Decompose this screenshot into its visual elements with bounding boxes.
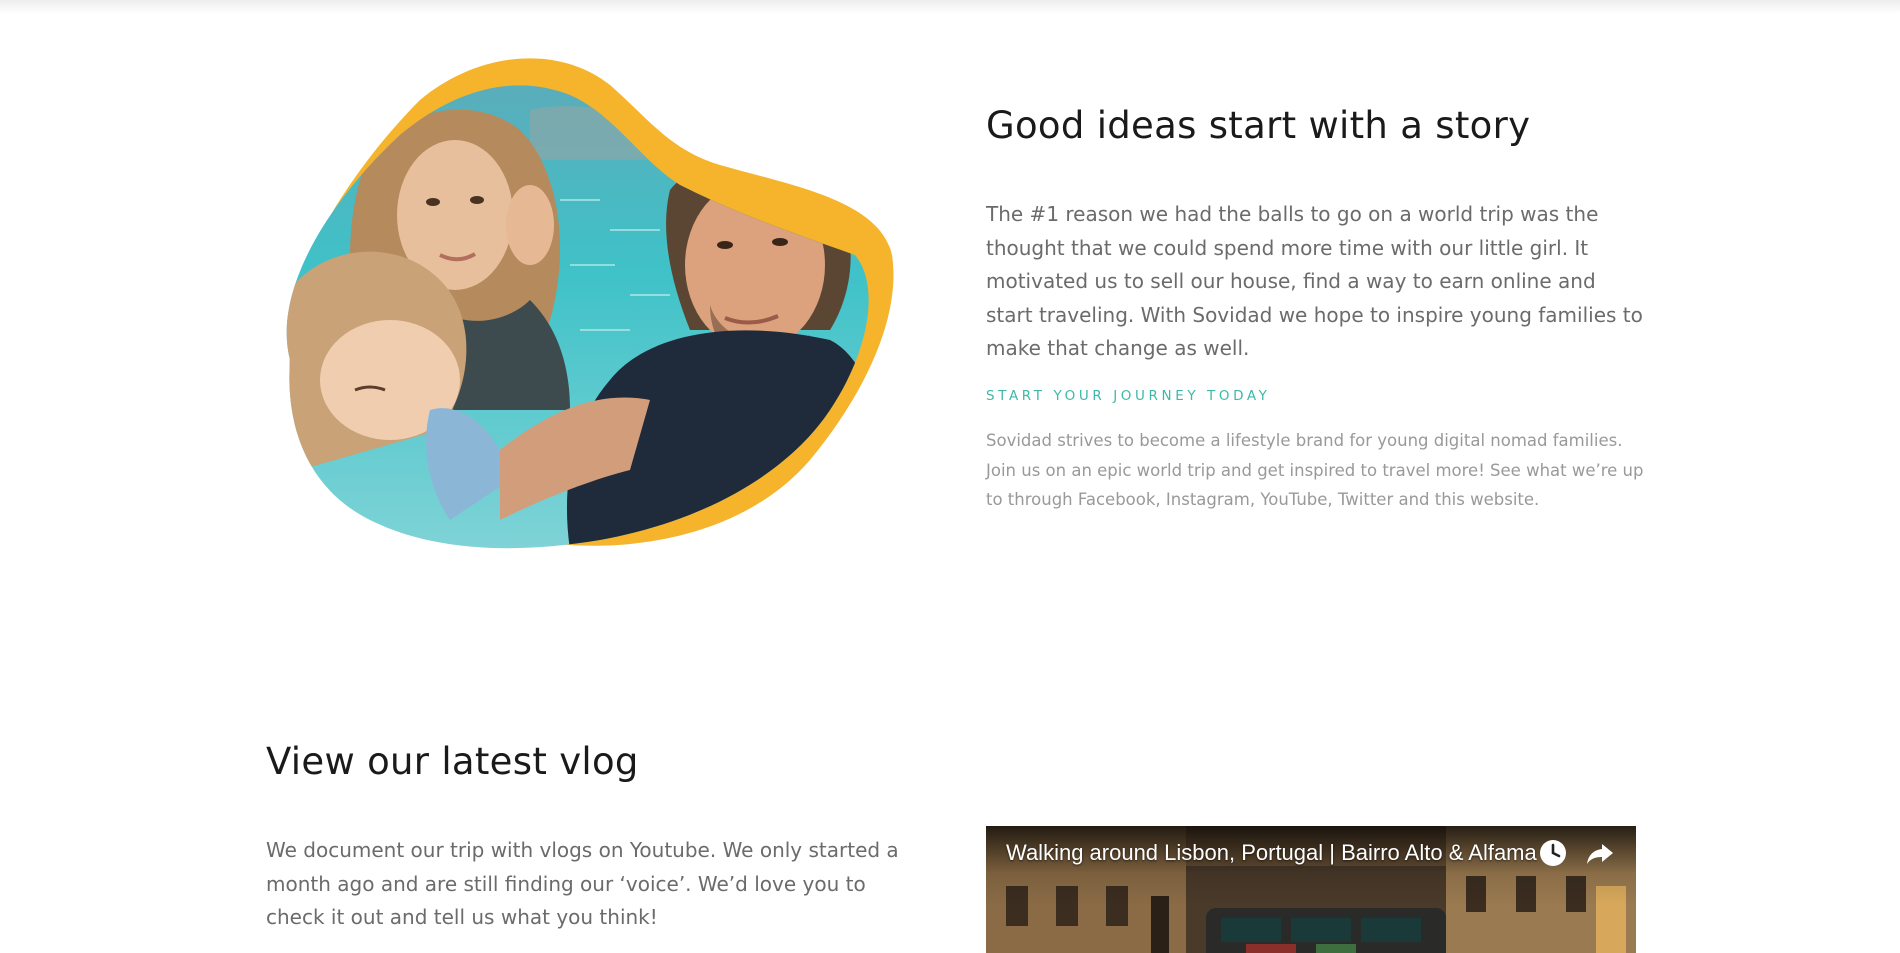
journey-body: Sovidad strives to become a lifestyle br… [986, 431, 1644, 509]
vlog-title: View our latest vlog [266, 740, 639, 783]
share-arrow-icon[interactable] [1585, 838, 1615, 868]
story-body: The #1 reason we had the balls to go on … [986, 202, 1643, 360]
story-title: Good ideas start with a story [986, 104, 1531, 147]
youtube-video-embed[interactable]: Walking around Lisbon, Portugal | Bairro… [986, 826, 1636, 953]
video-title[interactable]: Walking around Lisbon, Portugal | Bairro… [1006, 840, 1537, 866]
family-photo [286, 58, 894, 549]
header-shadow [0, 0, 1900, 14]
journey-label: START YOUR JOURNEY TODAY [986, 388, 1271, 404]
vlog-body: We document our trip with vlogs on Youtu… [266, 838, 899, 929]
clock-icon[interactable] [1538, 838, 1568, 868]
page: Good ideas start with a story The #1 rea… [0, 0, 1900, 953]
